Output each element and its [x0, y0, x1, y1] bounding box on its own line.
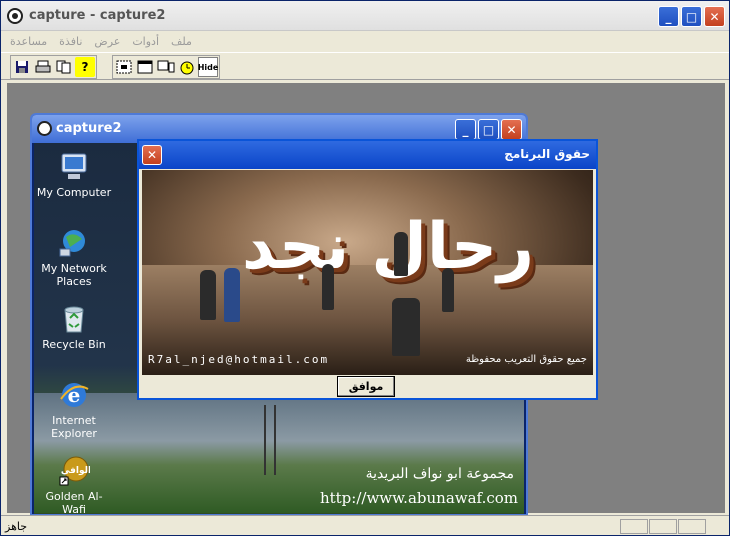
- title-bar[interactable]: capture - capture2 _ □ ✕: [1, 1, 729, 31]
- desktop-icon-label: My Computer: [36, 186, 112, 199]
- hide-icon[interactable]: Hide: [198, 57, 218, 77]
- window-title: capture - capture2: [29, 8, 166, 23]
- child-minimize-button[interactable]: _: [455, 119, 476, 140]
- menu-view[interactable]: عرض: [93, 35, 121, 48]
- child-window-title: capture2: [56, 121, 122, 136]
- status-bar: جاهز: [1, 515, 729, 535]
- menu-help[interactable]: مساعدة: [9, 35, 48, 48]
- print-icon[interactable]: [33, 57, 53, 77]
- network-places-icon: [58, 227, 90, 259]
- status-panel: [678, 519, 706, 534]
- about-banner-image: رحال نجد R7al_njed@hotmail.com جميع حقوق…: [142, 170, 593, 375]
- ok-button[interactable]: موافق: [337, 376, 395, 397]
- app-icon[interactable]: [7, 8, 23, 24]
- desktop-icon-label: Recycle Bin: [42, 338, 106, 351]
- window-capture-icon[interactable]: [135, 57, 155, 77]
- watermark-url: http://www.abunawaf.com: [319, 489, 518, 507]
- menu-file[interactable]: ملف: [170, 35, 193, 48]
- desktop-icon-label: Internet Explorer: [51, 414, 97, 440]
- status-panel: [649, 519, 677, 534]
- fullscreen-capture-icon[interactable]: [156, 57, 176, 77]
- contact-email: R7al_njed@hotmail.com: [148, 353, 330, 366]
- status-panel: [620, 519, 648, 534]
- menu-window[interactable]: نافذة: [58, 35, 83, 48]
- my-computer-icon: [58, 151, 90, 183]
- maximize-button[interactable]: □: [681, 6, 702, 27]
- translator-icon: الوافي: [58, 455, 91, 487]
- desktop-icon-recycle-bin[interactable]: Recycle Bin: [36, 303, 112, 351]
- svg-text:الوافي: الوافي: [61, 466, 90, 476]
- person-figure: [224, 268, 240, 322]
- minimize-button[interactable]: _: [658, 6, 679, 27]
- desktop-icon-my-computer[interactable]: My Computer: [36, 151, 112, 199]
- close-button[interactable]: ✕: [704, 6, 725, 27]
- about-dialog: ✕ حقوق البرنامج رحال نجد R7al_njed@hotma…: [137, 139, 598, 400]
- status-text: جاهز: [5, 520, 28, 533]
- menu-tools[interactable]: أدوات: [131, 35, 160, 48]
- region-capture-icon[interactable]: [114, 57, 134, 77]
- dialog-title: حقوق البرنامج: [504, 147, 590, 161]
- menu-bar: ملف أدوات عرض نافذة مساعدة: [1, 31, 729, 51]
- desktop-icon-internet-explorer[interactable]: e Internet Explorer: [36, 379, 112, 440]
- dialog-title-bar[interactable]: ✕ حقوق البرنامج: [139, 141, 596, 169]
- person-figure: [200, 270, 216, 320]
- banner-title: رحال نجد: [242, 210, 534, 284]
- person-figure: [394, 232, 408, 276]
- desktop-icon-network-places[interactable]: My Network Places: [36, 227, 112, 288]
- toolbar-group-capture: Hide: [112, 55, 220, 79]
- desktop-icon-label: Golden Al-Wafi Translator: [45, 490, 103, 516]
- child-app-icon[interactable]: [37, 121, 52, 136]
- recycle-bin-icon: [58, 303, 90, 335]
- power-tower: [264, 405, 276, 475]
- copy-icon[interactable]: [54, 57, 74, 77]
- person-figure: [442, 268, 454, 312]
- timer-icon[interactable]: [177, 57, 197, 77]
- child-close-button[interactable]: ✕: [501, 119, 522, 140]
- desktop-icon-label: My Network Places: [41, 262, 107, 288]
- dialog-close-button[interactable]: ✕: [142, 145, 162, 165]
- watermark-arabic: مجموعة ابو نواف البريدية: [365, 466, 514, 482]
- toolbar: ? Hide: [1, 52, 729, 80]
- help-icon[interactable]: ?: [75, 57, 95, 77]
- save-icon[interactable]: [12, 57, 32, 77]
- internet-explorer-icon: e: [58, 379, 90, 411]
- person-figure: [322, 264, 334, 310]
- child-maximize-button[interactable]: □: [478, 119, 499, 140]
- rights-notice: جميع حقوق التعريب محفوظة: [465, 354, 587, 365]
- desktop-icon-translator[interactable]: الوافي Golden Al-Wafi Translator: [36, 455, 112, 516]
- person-figure: [392, 298, 420, 356]
- toolbar-group-file: ?: [10, 55, 97, 79]
- main-window: capture - capture2 _ □ ✕ ملف أدوات عرض ن…: [0, 0, 730, 536]
